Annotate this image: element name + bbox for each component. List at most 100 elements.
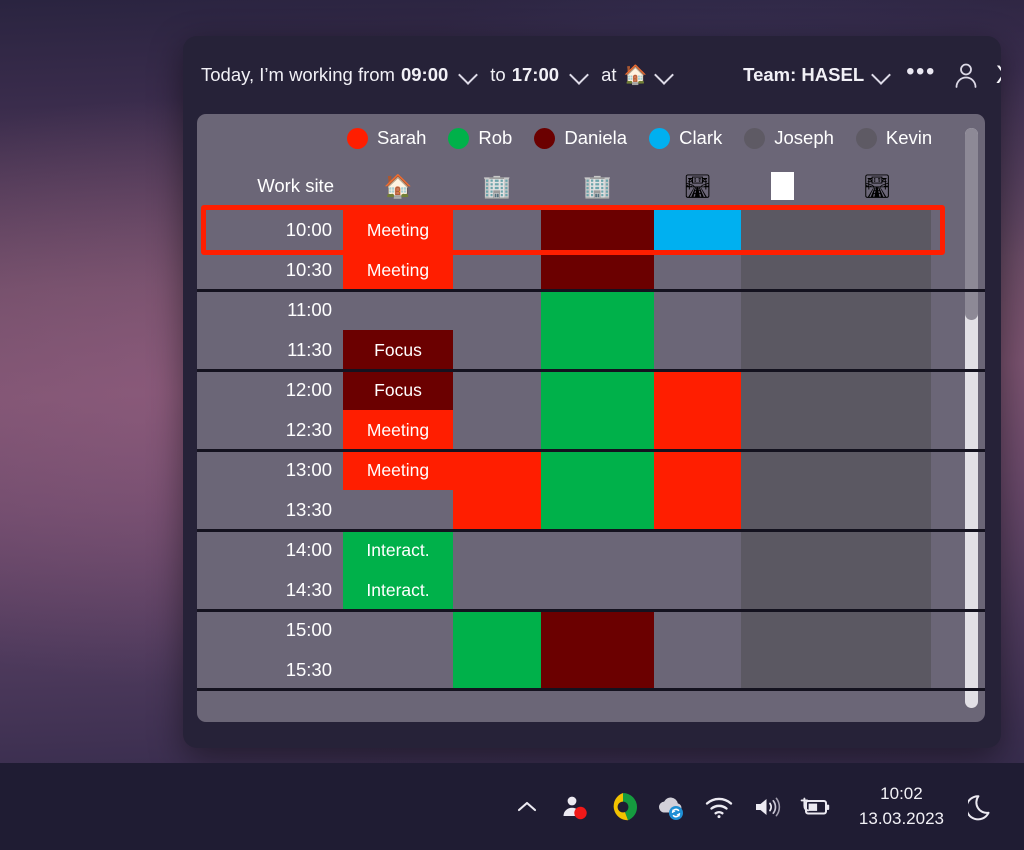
slot-rob-1300[interactable]	[453, 450, 541, 490]
slot-kevin-1530[interactable]	[823, 650, 931, 690]
worksite-cell-joseph[interactable]	[741, 162, 823, 210]
slot-joseph-1000[interactable]	[741, 210, 823, 250]
slot-kevin-1330[interactable]	[823, 490, 931, 530]
slot-clark-1130[interactable]	[654, 330, 741, 370]
slot-rob-1430[interactable]	[453, 570, 541, 610]
wifi-icon[interactable]	[695, 779, 743, 835]
slot-joseph-1100[interactable]	[741, 290, 823, 330]
slot-kevin-1030[interactable]	[823, 250, 931, 290]
slot-daniela-1300[interactable]	[541, 450, 654, 490]
slot-sarah-1300[interactable]: Meeting	[343, 450, 453, 490]
worksite-cell-kevin[interactable]: 🛣	[823, 162, 931, 210]
slot-kevin-1500[interactable]	[823, 610, 931, 650]
pie-chart-icon[interactable]	[599, 779, 647, 835]
people-status-icon[interactable]	[551, 779, 599, 835]
vertical-scrollbar[interactable]	[965, 128, 978, 708]
taskbar-clock[interactable]: 10:02 13.03.2023	[839, 782, 958, 830]
team-selector[interactable]: Team: HASEL	[743, 64, 900, 86]
slot-daniela-1130[interactable]	[541, 330, 654, 370]
slot-rob-1330[interactable]	[453, 490, 541, 530]
slot-clark-1030[interactable]	[654, 250, 741, 290]
start-time-value[interactable]: 09:00	[398, 64, 451, 86]
moon-icon[interactable]	[958, 779, 1006, 835]
location-chevron-down-icon[interactable]	[654, 64, 676, 86]
volume-icon[interactable]	[743, 779, 791, 835]
slot-kevin-1400[interactable]	[823, 530, 931, 570]
slot-kevin-1130[interactable]	[823, 330, 931, 370]
slot-daniela-1100[interactable]	[541, 290, 654, 330]
slot-clark-1000[interactable]	[654, 210, 741, 250]
slot-clark-1330[interactable]	[654, 490, 741, 530]
slot-sarah-1500[interactable]	[343, 610, 453, 650]
slot-joseph-1500[interactable]	[741, 610, 823, 650]
slot-sarah-1030[interactable]: Meeting	[343, 250, 453, 290]
legend-item-daniela[interactable]: Daniela	[534, 127, 627, 149]
slot-joseph-1200[interactable]	[741, 370, 823, 410]
slot-rob-1030[interactable]	[453, 250, 541, 290]
slot-clark-1500[interactable]	[654, 610, 741, 650]
slot-joseph-1030[interactable]	[741, 250, 823, 290]
slot-clark-1100[interactable]	[654, 290, 741, 330]
more-options-button[interactable]: •••	[900, 57, 942, 93]
chevron-up-icon[interactable]	[503, 779, 551, 835]
slot-daniela-1500[interactable]	[541, 610, 654, 650]
slot-rob-1530[interactable]	[453, 650, 541, 690]
person-icon[interactable]	[948, 57, 984, 93]
slot-kevin-1200[interactable]	[823, 370, 931, 410]
legend-item-joseph[interactable]: Joseph	[744, 127, 834, 149]
slot-daniela-1200[interactable]	[541, 370, 654, 410]
cloud-sync-icon[interactable]	[647, 779, 695, 835]
slot-daniela-1430[interactable]	[541, 570, 654, 610]
slot-sarah-1100[interactable]	[343, 290, 453, 330]
slot-clark-1530[interactable]	[654, 650, 741, 690]
slot-sarah-1130[interactable]: Focus	[343, 330, 453, 370]
slot-joseph-1330[interactable]	[741, 490, 823, 530]
close-button[interactable]: X	[990, 61, 1001, 90]
slot-joseph-1300[interactable]	[741, 450, 823, 490]
slot-joseph-1530[interactable]	[741, 650, 823, 690]
team-chevron-down-icon[interactable]	[871, 64, 893, 86]
legend-item-clark[interactable]: Clark	[649, 127, 722, 149]
slot-kevin-1000[interactable]	[823, 210, 931, 250]
slot-rob-1130[interactable]	[453, 330, 541, 370]
slot-kevin-1230[interactable]	[823, 410, 931, 450]
slot-clark-1430[interactable]	[654, 570, 741, 610]
slot-sarah-1200[interactable]: Focus	[343, 370, 453, 410]
slot-kevin-1430[interactable]	[823, 570, 931, 610]
worksite-cell-clark[interactable]: 🛣	[654, 162, 741, 210]
slot-rob-1200[interactable]	[453, 370, 541, 410]
slot-sarah-1000[interactable]: Meeting	[343, 210, 453, 250]
slot-daniela-1400[interactable]	[541, 530, 654, 570]
battery-charging-icon[interactable]	[791, 779, 839, 835]
slot-joseph-1230[interactable]	[741, 410, 823, 450]
worksite-cell-daniela[interactable]: 🏢	[541, 162, 654, 210]
slot-joseph-1130[interactable]	[741, 330, 823, 370]
slot-daniela-1530[interactable]	[541, 650, 654, 690]
slot-clark-1400[interactable]	[654, 530, 741, 570]
slot-kevin-1300[interactable]	[823, 450, 931, 490]
slot-rob-1100[interactable]	[453, 290, 541, 330]
scrollbar-thumb[interactable]	[965, 128, 978, 320]
slot-daniela-1230[interactable]	[541, 410, 654, 450]
legend-item-sarah[interactable]: Sarah	[347, 127, 426, 149]
slot-joseph-1400[interactable]	[741, 530, 823, 570]
slot-daniela-1000[interactable]	[541, 210, 654, 250]
slot-clark-1200[interactable]	[654, 370, 741, 410]
slot-clark-1300[interactable]	[654, 450, 741, 490]
slot-sarah-1330[interactable]	[343, 490, 453, 530]
worksite-cell-rob[interactable]: 🏢	[453, 162, 541, 210]
slot-sarah-1400[interactable]: Interact.	[343, 530, 453, 570]
slot-daniela-1330[interactable]	[541, 490, 654, 530]
slot-rob-1400[interactable]	[453, 530, 541, 570]
slot-rob-1230[interactable]	[453, 410, 541, 450]
end-time-chevron-down-icon[interactable]	[569, 64, 591, 86]
slot-sarah-1430[interactable]: Interact.	[343, 570, 453, 610]
end-time-value[interactable]: 17:00	[509, 64, 562, 86]
slot-clark-1230[interactable]	[654, 410, 741, 450]
slot-kevin-1100[interactable]	[823, 290, 931, 330]
slot-sarah-1230[interactable]: Meeting	[343, 410, 453, 450]
legend-item-rob[interactable]: Rob	[448, 127, 512, 149]
slot-rob-1500[interactable]	[453, 610, 541, 650]
legend-item-kevin[interactable]: Kevin	[856, 127, 932, 149]
slot-rob-1000[interactable]	[453, 210, 541, 250]
